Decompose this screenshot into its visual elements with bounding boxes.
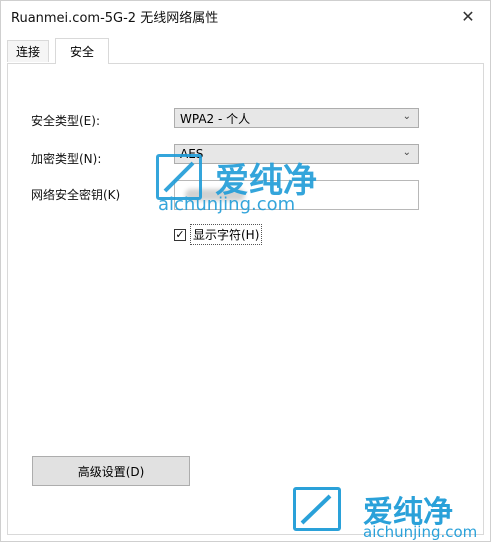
obscured-key-text xyxy=(185,189,245,201)
encryption-type-label: 加密类型(N): xyxy=(31,152,102,166)
security-type-select[interactable]: WPA2 - 个人 ⌄ xyxy=(174,108,419,128)
close-icon: ✕ xyxy=(461,6,475,26)
network-key-input[interactable] xyxy=(174,180,419,210)
security-tab-panel: 安全类型(E): WPA2 - 个人 ⌄ 加密类型(N): AES ⌄ 网络安全… xyxy=(7,63,484,535)
check-icon: ✓ xyxy=(175,228,185,241)
encryption-type-value: AES xyxy=(180,147,204,161)
close-button[interactable]: ✕ xyxy=(446,1,490,31)
advanced-settings-label: 高级设置(D) xyxy=(77,464,145,479)
encryption-type-select[interactable]: AES ⌄ xyxy=(174,144,419,164)
chevron-down-icon: ⌄ xyxy=(402,111,411,122)
show-characters-label: 显示字符(H) xyxy=(190,224,263,245)
show-characters-row[interactable]: ✓ 显示字符(H) xyxy=(174,224,263,245)
title-bar: Ruanmei.com-5G-2 无线网络属性 ✕ xyxy=(1,1,490,31)
security-type-value: WPA2 - 个人 xyxy=(180,111,251,126)
network-key-label: 网络安全密钥(K) xyxy=(31,188,121,202)
tab-security[interactable]: 安全 xyxy=(55,38,109,64)
advanced-settings-button[interactable]: 高级设置(D) xyxy=(32,456,190,486)
chevron-down-icon: ⌄ xyxy=(402,147,411,158)
window-title: Ruanmei.com-5G-2 无线网络属性 xyxy=(11,11,219,26)
security-type-label: 安全类型(E): xyxy=(31,114,100,128)
tab-security-label: 安全 xyxy=(69,45,94,59)
tab-connection-label: 连接 xyxy=(15,45,40,59)
wifi-properties-dialog: Ruanmei.com-5G-2 无线网络属性 ✕ 连接 安全 安全类型(E):… xyxy=(0,0,491,542)
tab-connection[interactable]: 连接 xyxy=(7,40,49,62)
show-characters-checkbox[interactable]: ✓ xyxy=(174,228,186,241)
